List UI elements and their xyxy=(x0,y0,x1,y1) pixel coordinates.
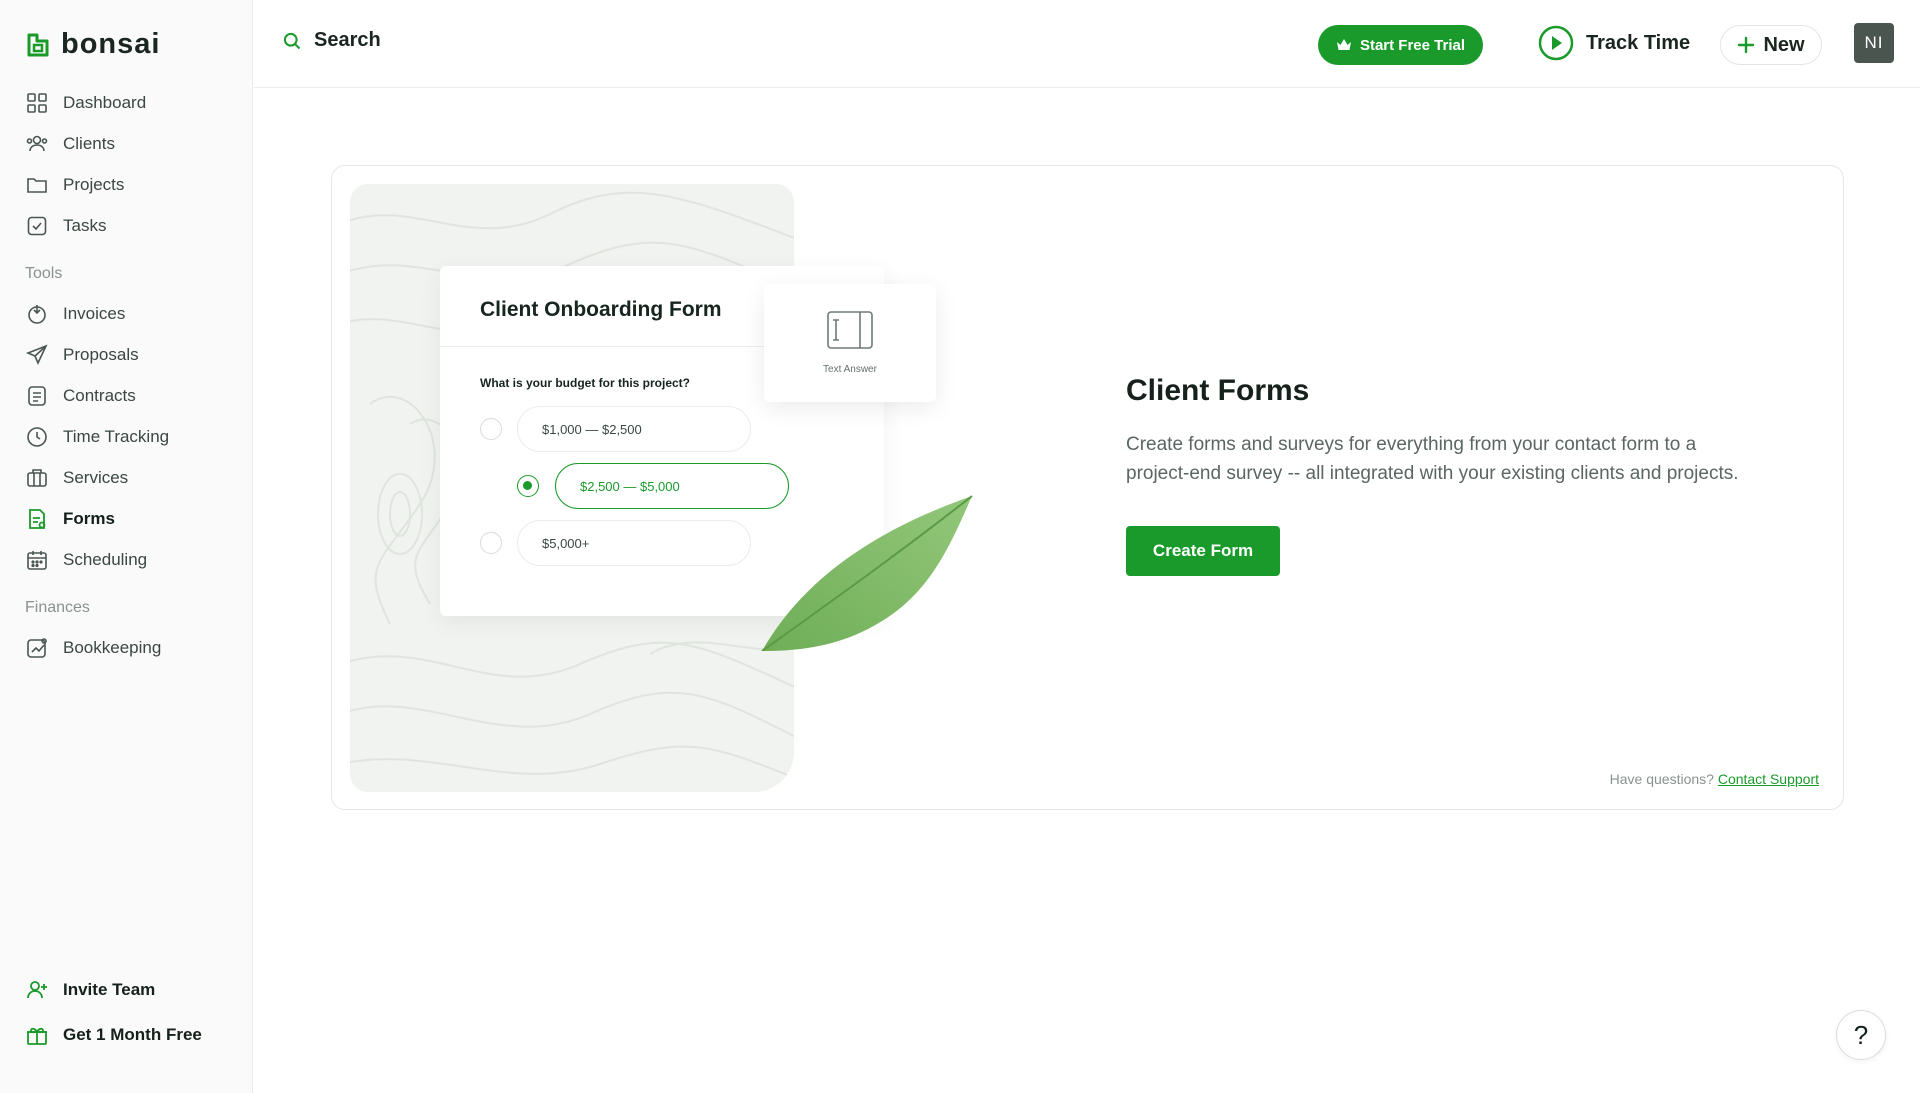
send-icon xyxy=(25,344,48,365)
sidebar-item-label: Tasks xyxy=(63,216,107,235)
clients-icon xyxy=(26,135,48,152)
page-description: Create forms and surveys for everything … xyxy=(1126,434,1739,484)
add-user-icon xyxy=(27,981,47,999)
sidebar-item-label: Invite Team xyxy=(63,980,156,999)
support-text: Have questions? Contact Support xyxy=(1610,771,1819,787)
sidebar-item-label: Projects xyxy=(63,175,125,194)
sidebar-item-dashboard[interactable]: Dashboard xyxy=(25,88,146,118)
form-option-3: $5,000+ xyxy=(517,520,751,566)
sidebar-item-projects[interactable]: Projects xyxy=(25,170,124,200)
dashboard-icon xyxy=(27,93,47,113)
invoice-icon xyxy=(28,305,46,324)
radio-option-1 xyxy=(480,418,502,440)
radio-option-3 xyxy=(480,532,502,554)
create-form-button[interactable]: Create Form xyxy=(1126,526,1280,576)
client-forms-empty-state-card: Client Onboarding Form What is your budg… xyxy=(331,165,1844,810)
bonsai-logo[interactable]: bonsai xyxy=(25,28,160,61)
start-free-trial-label: Start Free Trial xyxy=(1359,36,1466,54)
support-prefix: Have questions? xyxy=(1609,771,1714,787)
sidebar-item-label: Bookkeeping xyxy=(63,638,162,657)
text-field-icon xyxy=(827,311,873,349)
sidebar-item-forms[interactable]: Forms xyxy=(25,504,115,534)
start-free-trial-button[interactable]: Start Free Trial xyxy=(1318,25,1483,65)
finances-section-label: Finances xyxy=(25,599,90,616)
play-icon xyxy=(1538,25,1574,61)
sidebar-item-bookkeeping[interactable]: Bookkeeping xyxy=(25,633,161,663)
sidebar-item-label: Scheduling xyxy=(63,550,148,569)
checkbox-icon xyxy=(27,216,47,236)
sidebar-item-label: Dashboard xyxy=(63,93,147,112)
form-preview-question: What is your budget for this project? xyxy=(480,376,690,390)
calendar-icon xyxy=(27,551,47,570)
sidebar-item-services[interactable]: Services xyxy=(25,463,128,493)
services-icon xyxy=(27,469,47,487)
topbar: Search Start Free Trial Track Time New N… xyxy=(254,0,1920,88)
sidebar-item-label: Time Tracking xyxy=(63,427,170,446)
sidebar-item-label: Forms xyxy=(63,509,115,528)
radio-option-2 xyxy=(517,475,539,497)
sidebar-item-time-tracking[interactable]: Time Tracking xyxy=(25,422,169,452)
form-preview-title: Client Onboarding Form xyxy=(480,298,722,321)
sidebar-item-label: Contracts xyxy=(63,386,136,405)
page-title: Client Forms xyxy=(1126,374,1310,407)
get-month-free-button[interactable]: Get 1 Month Free xyxy=(25,1020,202,1050)
sidebar-item-invoices[interactable]: Invoices xyxy=(25,299,125,329)
forms-icon xyxy=(29,509,46,529)
help-button[interactable]: ? xyxy=(1836,1010,1886,1060)
search-placeholder: Search xyxy=(314,29,381,51)
search-input[interactable]: Search xyxy=(282,29,381,52)
sidebar-item-contracts[interactable]: Contracts xyxy=(25,381,136,411)
sidebar-item-proposals[interactable]: Proposals xyxy=(25,340,139,370)
folder-icon xyxy=(27,178,47,193)
plus-icon xyxy=(1738,36,1755,54)
sidebar: bonsai Dashboard Clients Projects Tasks … xyxy=(0,0,253,1093)
form-option-1: $1,000 — $2,500 xyxy=(517,406,751,452)
sidebar-item-clients[interactable]: Clients xyxy=(25,129,115,159)
bookkeeping-icon xyxy=(27,638,47,658)
sidebar-item-label: Services xyxy=(63,468,129,487)
empty-state-content: Client Forms Create forms and surveys fo… xyxy=(1126,374,1746,576)
tools-section-label: Tools xyxy=(25,265,63,282)
sidebar-item-label: Get 1 Month Free xyxy=(63,1025,202,1044)
sidebar-item-label: Clients xyxy=(63,134,115,153)
crown-icon xyxy=(1336,39,1351,50)
contract-icon xyxy=(28,386,46,406)
sidebar-item-scheduling[interactable]: Scheduling xyxy=(25,545,147,575)
invite-team-button[interactable]: Invite Team xyxy=(25,975,155,1005)
avatar[interactable]: NI xyxy=(1854,23,1894,63)
new-button-label: New xyxy=(1763,33,1805,56)
new-button[interactable]: New xyxy=(1720,25,1822,65)
sidebar-item-label: Invoices xyxy=(63,304,126,323)
track-time-label: Track Time xyxy=(1586,31,1691,54)
leaf-icon xyxy=(761,495,973,651)
sidebar-item-tasks[interactable]: Tasks xyxy=(25,211,106,241)
contact-support-link[interactable]: Contact Support xyxy=(1718,771,1819,787)
text-answer-label: Text Answer xyxy=(823,364,877,375)
track-time-button[interactable]: Track Time xyxy=(1538,25,1690,61)
brand-name: bonsai xyxy=(61,28,161,60)
gift-icon xyxy=(27,1027,47,1045)
search-icon xyxy=(283,32,301,49)
sidebar-item-label: Proposals xyxy=(63,345,139,364)
clock-icon xyxy=(27,427,47,447)
bonsai-logo-icon xyxy=(27,33,49,56)
text-answer-preview: Text Answer xyxy=(764,284,936,402)
